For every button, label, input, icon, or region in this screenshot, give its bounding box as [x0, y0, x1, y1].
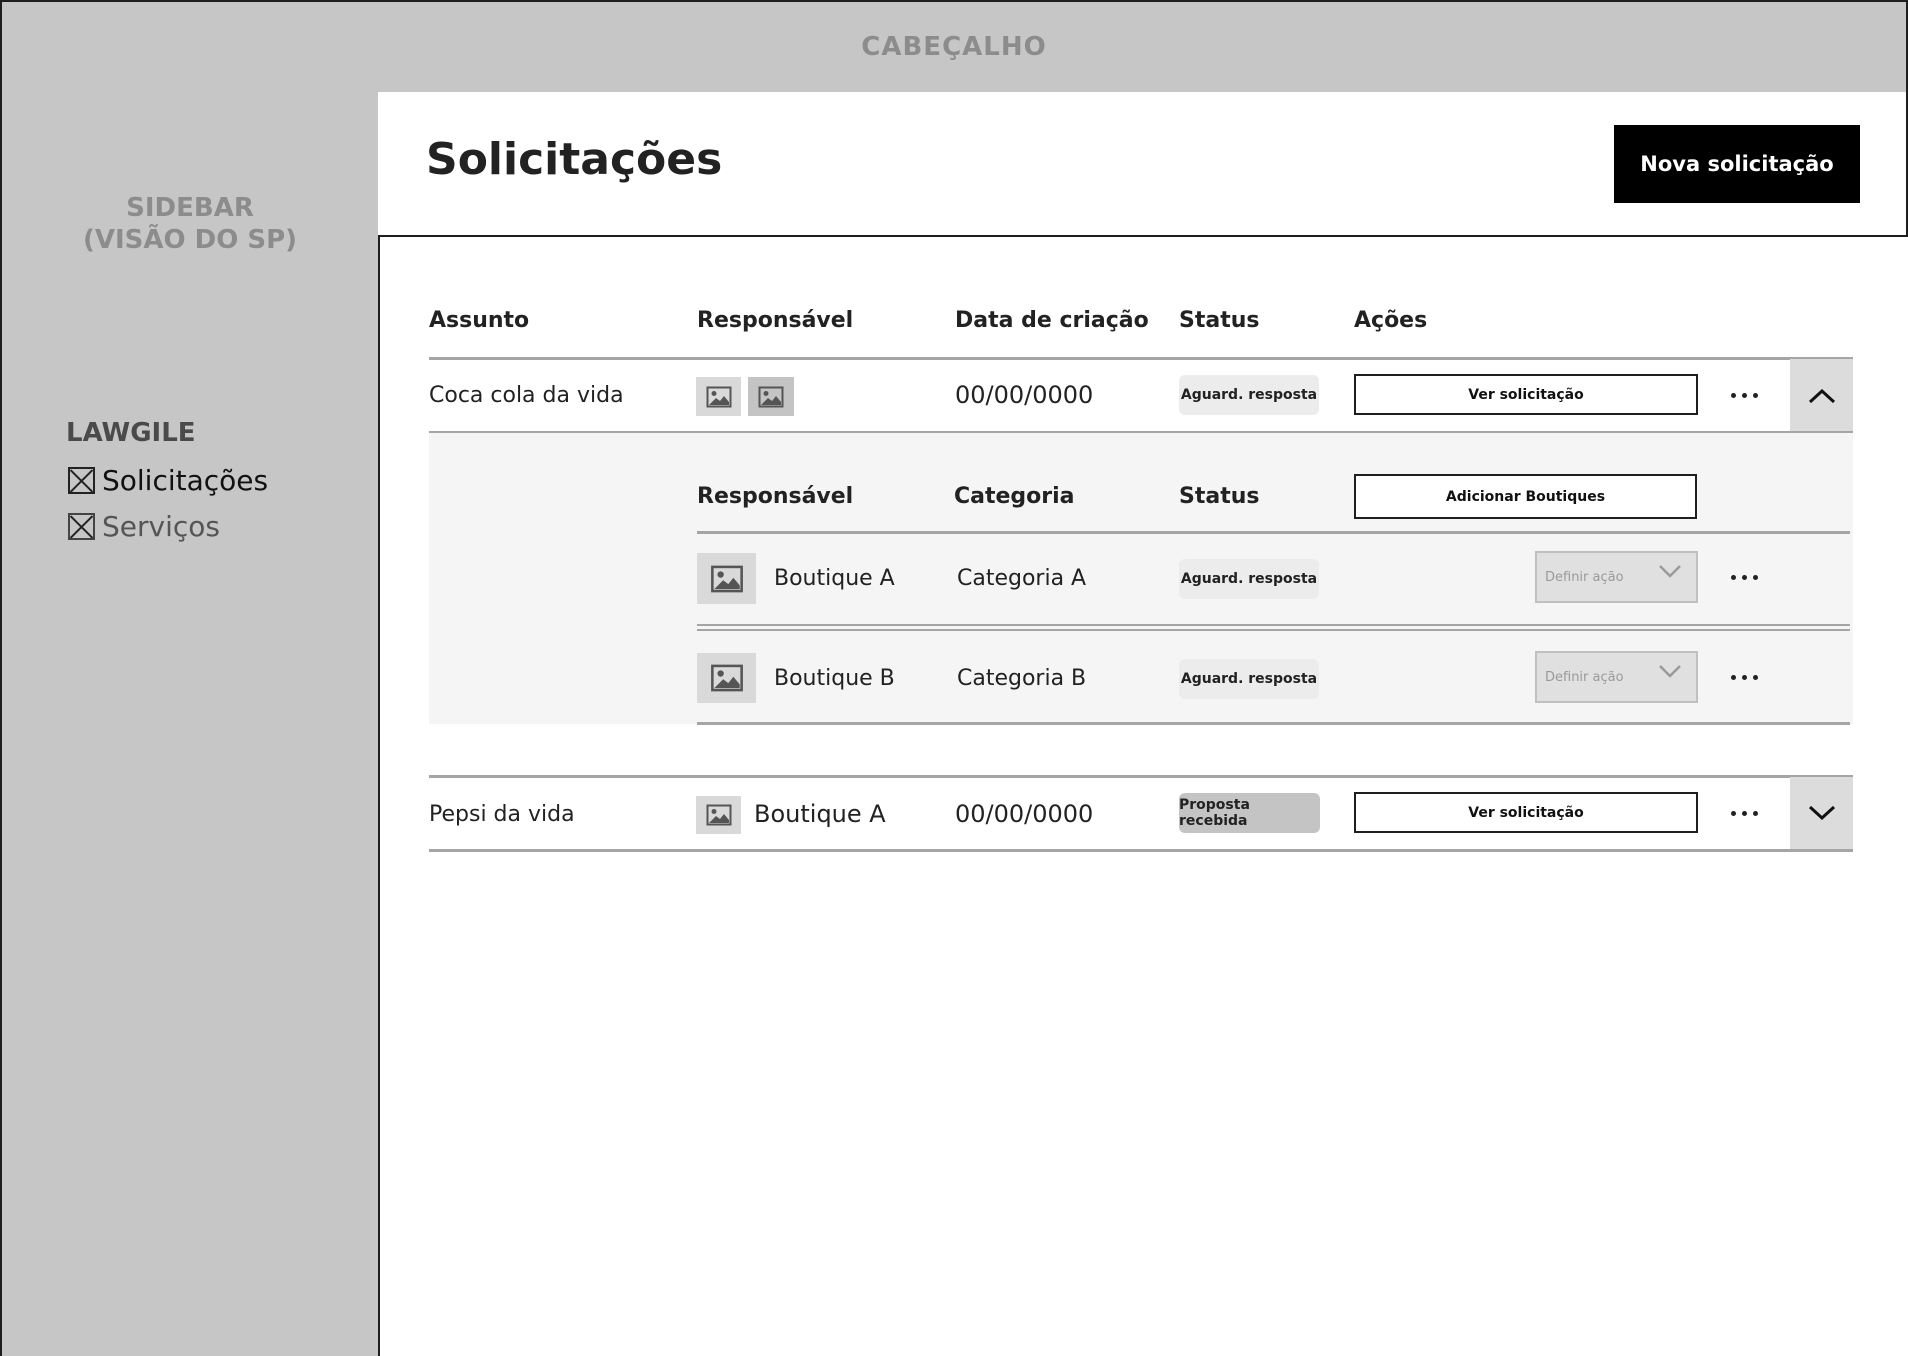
define-action-placeholder: Definir ação	[1545, 569, 1624, 585]
more-horizontal-icon[interactable]	[1730, 390, 1760, 400]
subtable-divider	[697, 629, 1850, 631]
column-header-subject: Assunto	[429, 308, 530, 333]
boutique-name: Boutique B	[774, 666, 895, 691]
sidebar-title: SIDEBAR (VISÃO DO SP)	[2, 192, 378, 256]
row-created-date: 00/00/0000	[955, 381, 1094, 409]
status-badge: Aguard. resposta	[1179, 559, 1319, 599]
sidebar-item-label: Solicitações	[102, 464, 269, 497]
subtable-divider	[697, 624, 1850, 626]
more-horizontal-icon[interactable]	[1730, 672, 1760, 682]
image-placeholder-icon	[696, 796, 741, 834]
chevron-down-icon	[1808, 805, 1835, 821]
x-box-icon	[68, 467, 95, 494]
brand-name: LAWGILE	[66, 418, 196, 448]
boutique-category: Categoria A	[957, 566, 1087, 591]
column-header-responsible: Responsável	[697, 308, 854, 333]
app-header: CABEÇALHO	[0, 0, 1908, 94]
column-header-created-date: Data de criação	[955, 308, 1149, 333]
sidebar-title-line1: SIDEBAR	[126, 193, 254, 223]
row-created-date: 00/00/0000	[955, 800, 1094, 828]
chevron-up-icon	[1808, 388, 1835, 403]
define-action-placeholder: Definir ação	[1545, 669, 1624, 685]
sidebar-item-label: Serviços	[102, 510, 220, 543]
view-request-button[interactable]: Ver solicitação	[1354, 374, 1698, 415]
sidebar-item-solicitacoes[interactable]: Solicitações	[68, 464, 268, 497]
chevron-down-icon	[1659, 565, 1681, 578]
boutique-category: Categoria B	[957, 666, 1087, 691]
view-request-button[interactable]: Ver solicitação	[1354, 792, 1698, 833]
new-request-button[interactable]: Nova solicitação	[1614, 125, 1860, 203]
chevron-down-icon	[1659, 665, 1681, 678]
page-topbar: Solicitações Nova solicitação	[378, 92, 1908, 237]
image-placeholder-icon	[697, 653, 756, 703]
column-header-status: Status	[1179, 308, 1260, 333]
subtable-divider	[697, 722, 1850, 725]
row-subject: Coca cola da vida	[429, 383, 624, 408]
page-title: Solicitações	[426, 134, 723, 185]
more-horizontal-icon[interactable]	[1730, 808, 1760, 818]
collapse-row-button[interactable]	[1790, 359, 1853, 432]
row-responsible-name: Boutique A	[754, 800, 886, 828]
subtable-divider	[697, 531, 1850, 534]
header-label: CABEÇALHO	[861, 32, 1047, 62]
sub-column-header-category: Categoria	[954, 484, 1075, 509]
add-boutiques-button[interactable]: Adicionar Boutiques	[1354, 474, 1697, 519]
image-placeholder-icon	[697, 553, 756, 604]
sidebar: SIDEBAR (VISÃO DO SP) LAWGILE Solicitaçõ…	[0, 92, 380, 1356]
table-divider	[429, 357, 1853, 360]
status-badge: Proposta recebida	[1179, 793, 1320, 833]
sidebar-title-line2: (VISÃO DO SP)	[82, 225, 298, 255]
define-action-select[interactable]: Definir ação	[1535, 651, 1698, 703]
table-divider	[429, 775, 1853, 778]
column-header-actions: Ações	[1354, 308, 1428, 333]
sub-column-header-responsible: Responsável	[697, 484, 854, 509]
expand-row-button[interactable]	[1790, 777, 1853, 849]
status-badge: Aguard. resposta	[1179, 375, 1319, 415]
more-horizontal-icon[interactable]	[1730, 572, 1760, 582]
image-placeholder-icon	[696, 377, 741, 416]
status-badge: Aguard. resposta	[1179, 659, 1319, 699]
table-divider	[429, 849, 1853, 852]
image-placeholder-icon	[748, 377, 794, 416]
row-subject: Pepsi da vida	[429, 802, 575, 827]
sidebar-item-servicos[interactable]: Serviços	[68, 510, 220, 543]
sub-column-header-status: Status	[1179, 484, 1260, 509]
x-box-icon	[68, 513, 95, 540]
boutique-name: Boutique A	[774, 566, 895, 591]
define-action-select[interactable]: Definir ação	[1535, 551, 1698, 603]
